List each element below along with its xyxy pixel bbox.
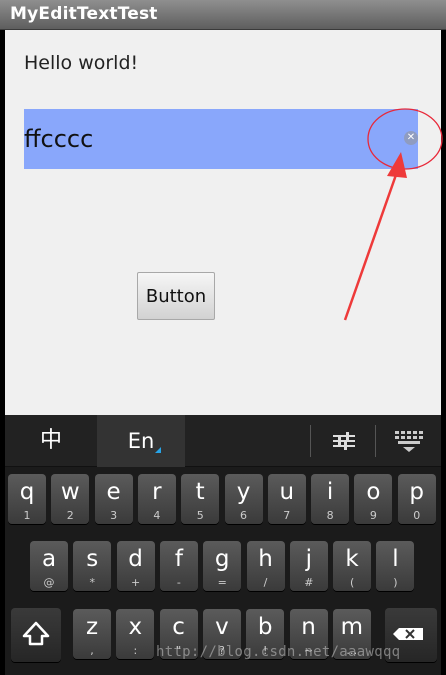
key-p[interactable]: p0	[397, 474, 436, 524]
key-label: y	[236, 479, 251, 505]
key-u[interactable]: u7	[267, 474, 306, 524]
settings-sliders-icon[interactable]	[319, 415, 369, 467]
edit-text-input[interactable]	[24, 109, 384, 169]
key-sublabel: :	[133, 644, 138, 657]
key-label: q	[19, 479, 35, 505]
key-q[interactable]: q1	[8, 474, 46, 524]
key-label: u	[279, 479, 295, 505]
key-sublabel: 8	[326, 509, 334, 522]
key-h[interactable]: h /	[246, 541, 285, 591]
key-label: v	[215, 614, 229, 640]
key-label: i	[326, 479, 334, 505]
key-e[interactable]: e3	[94, 474, 133, 524]
key-sublabel: #	[304, 576, 314, 589]
key-sublabel: 9	[369, 509, 377, 522]
key-label: t	[195, 479, 205, 505]
key-label: s	[86, 546, 99, 572]
main-button[interactable]: Button	[137, 272, 215, 320]
key-sublabel: /	[263, 576, 268, 589]
clear-x-icon[interactable]: ✕	[404, 131, 418, 145]
shift-arrow-icon	[22, 621, 50, 646]
title-bar: MyEditTextTest	[0, 0, 446, 30]
key-sublabel: (	[349, 576, 355, 589]
app-title: MyEditTextTest	[10, 4, 158, 24]
key-label: n	[301, 614, 316, 640]
key-label: c	[172, 614, 185, 640]
key-y[interactable]: y6	[224, 474, 263, 524]
soft-keyboard: 中 En q 1 w 2 e 3 r 4 t 5 y 6 u 7 i 8 o 9…	[5, 415, 441, 675]
key-g[interactable]: g =	[203, 541, 242, 591]
key-label: x	[128, 614, 143, 640]
key-sublabel: 5	[196, 509, 204, 522]
toolbar-divider	[310, 425, 311, 457]
key-a[interactable]: a @	[30, 541, 68, 591]
key-sublabel: +	[130, 576, 141, 589]
edit-text-field[interactable]: ✕	[24, 109, 418, 169]
key-f[interactable]: f-	[159, 541, 198, 591]
key-label: j	[305, 546, 312, 572]
key-label: f	[174, 546, 183, 572]
key-sublabel: 0	[413, 509, 421, 522]
key-label: p	[409, 479, 424, 505]
key-sublabel: 3	[110, 509, 118, 522]
key-l[interactable]: l)	[376, 541, 415, 591]
key-label: w	[60, 479, 80, 505]
key-label: m	[340, 614, 363, 640]
key-t[interactable]: t5	[181, 474, 220, 524]
key-x[interactable]: x:	[116, 609, 155, 659]
key-k[interactable]: k(	[333, 541, 372, 591]
key-sublabel: *	[89, 576, 96, 589]
key-sublabel: -	[176, 576, 181, 589]
watermark-text: http://blog.csdn.net/aaawqqq	[156, 644, 401, 660]
key-r[interactable]: r4	[137, 474, 176, 524]
key-sublabel: 7	[283, 509, 291, 522]
key-sublabel: =	[217, 576, 227, 589]
shift-key[interactable]	[11, 608, 61, 662]
key-label: d	[128, 546, 143, 572]
key-sublabel: 1	[23, 509, 31, 522]
key-label: o	[366, 479, 381, 505]
app-content: Hello world! ✕ Button	[5, 30, 441, 415]
key-o[interactable]: o9	[354, 474, 393, 524]
key-sublabel: 4	[153, 509, 161, 522]
key-label: r	[152, 479, 162, 505]
key-z[interactable]: z,	[73, 609, 111, 659]
key-label: b	[257, 614, 273, 640]
tab-chinese-input[interactable]: 中	[5, 415, 97, 467]
key-label: l	[392, 546, 399, 572]
key-sublabel: 2	[66, 509, 74, 522]
key-label: e	[106, 479, 121, 505]
key-label: a	[41, 546, 57, 572]
key-label: g	[214, 546, 230, 572]
key-d[interactable]: d +	[116, 541, 155, 591]
toolbar-divider	[375, 425, 376, 457]
tab-english-label: En	[127, 429, 155, 453]
hello-text: Hello world!	[24, 52, 139, 74]
key-label: z	[85, 614, 99, 640]
active-corner-icon	[155, 447, 161, 453]
key-sublabel: )	[393, 576, 398, 589]
key-j[interactable]: j #	[289, 541, 328, 591]
key-sublabel: ,	[90, 644, 94, 657]
tab-english-input[interactable]: En	[97, 415, 185, 467]
key-sublabel: 6	[240, 509, 247, 522]
key-label: k	[345, 546, 359, 572]
key-i[interactable]: i8	[311, 474, 350, 524]
key-sublabel: @	[43, 576, 55, 589]
key-w[interactable]: w2	[51, 474, 90, 524]
keyboard-toolbar: 中 En	[5, 415, 441, 467]
hide-keyboard-icon[interactable]	[383, 415, 433, 467]
key-label: h	[258, 546, 273, 572]
key-s[interactable]: s *	[73, 541, 112, 591]
